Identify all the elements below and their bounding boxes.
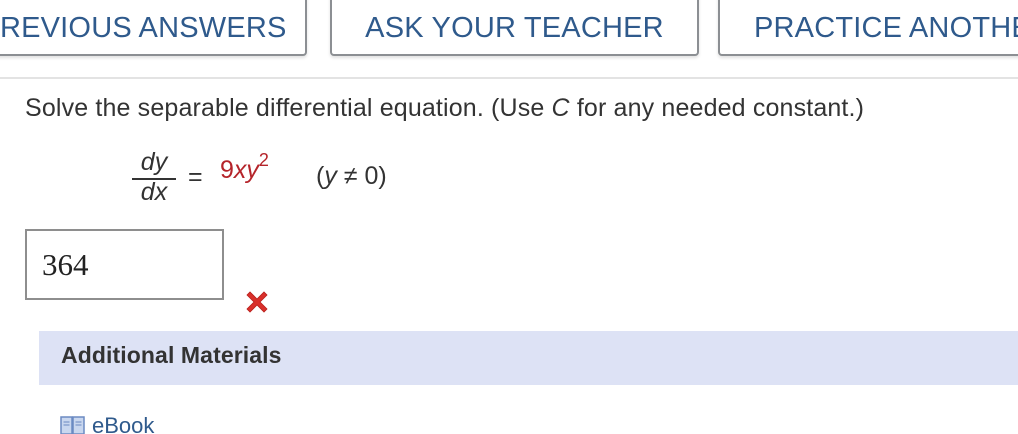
question-prefix: Solve the separable differential equatio… [25, 94, 552, 122]
question-text: Solve the separable differential equatio… [25, 94, 864, 123]
ebook-label[interactable]: eBook [92, 413, 154, 434]
equation-condition: (y ≠ 0) [316, 162, 387, 191]
condition-variable: y [324, 162, 337, 190]
answer-input[interactable]: 364 [25, 229, 224, 300]
equals-sign: = [188, 163, 203, 191]
x-mark-icon [246, 291, 268, 313]
constant-variable: C [551, 94, 570, 122]
rhs-coefficient: 9 [220, 156, 234, 184]
question-suffix: for any needed constant.) [569, 94, 865, 122]
practice-another-button[interactable]: PRACTICE ANOTHER [718, 0, 1018, 56]
question-page: PREVIOUS ANSWERS ASK YOUR TEACHER PRACTI… [0, 0, 1018, 434]
ask-your-teacher-button[interactable]: ASK YOUR TEACHER [330, 0, 699, 56]
fraction-denominator: dx [140, 178, 168, 206]
additional-materials-header: Additional Materials [39, 331, 1018, 385]
rhs-exponent: 2 [258, 149, 269, 170]
rhs-variables: xy [233, 156, 259, 184]
condition-rest: ≠ 0) [336, 162, 387, 190]
previous-answers-button[interactable]: PREVIOUS ANSWERS [0, 0, 307, 56]
divider [0, 77, 1018, 79]
equation-right-side: 9xy2 [220, 151, 269, 185]
ebook-link[interactable]: eBook [60, 413, 154, 434]
book-icon [60, 416, 85, 434]
fraction-numerator: dy [140, 148, 168, 176]
